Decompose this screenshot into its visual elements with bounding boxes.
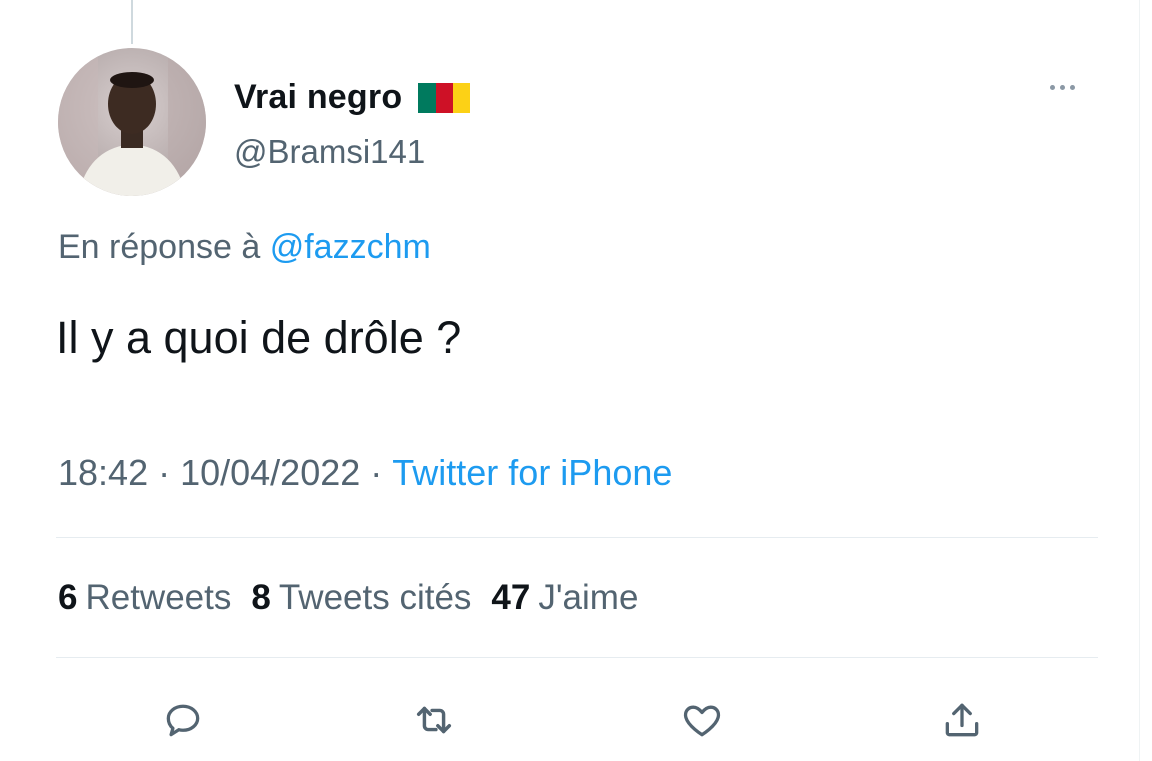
quotes-stat[interactable]: 8 Tweets cités [251, 578, 471, 618]
like-button[interactable] [672, 690, 732, 750]
display-name[interactable]: Vrai negro [234, 78, 402, 117]
engagement-stats: 6 Retweets 8 Tweets cités 47 J'aime [58, 578, 638, 618]
more-options-icon[interactable] [1050, 85, 1075, 90]
reply-context: En réponse à @fazzchm [58, 228, 431, 267]
cameroon-flag-icon [418, 82, 471, 113]
tweet-detail: Vrai negro @Bramsi141 En réponse à @fazz… [0, 0, 1152, 761]
retweets-stat[interactable]: 6 Retweets [58, 578, 231, 618]
avatar[interactable] [58, 48, 206, 196]
divider-top [56, 537, 1098, 538]
quotes-count: 8 [251, 578, 271, 617]
reply-mention-link[interactable]: @fazzchm [270, 228, 431, 266]
tweet-date[interactable]: 10/04/2022 [180, 452, 360, 493]
reply-icon [166, 704, 200, 737]
divider-bottom [56, 657, 1098, 658]
quotes-label: Tweets cités [278, 578, 472, 617]
retweets-label: Retweets [85, 578, 232, 617]
column-border [1139, 0, 1140, 761]
meta-separator: · [158, 452, 171, 493]
retweets-count: 6 [58, 578, 78, 617]
likes-stat[interactable]: 47 J'aime [491, 578, 638, 618]
thread-connector-line [131, 0, 133, 44]
likes-count: 47 [491, 578, 531, 617]
like-icon [683, 705, 721, 737]
tweet-time[interactable]: 18:42 [58, 452, 148, 493]
retweet-button[interactable] [404, 690, 464, 750]
user-handle[interactable]: @Bramsi141 [234, 133, 425, 171]
action-bar [0, 690, 1152, 750]
likes-label: J'aime [538, 578, 639, 617]
author-name-row[interactable]: Vrai negro [234, 78, 471, 117]
share-icon [945, 703, 979, 737]
meta-separator: · [370, 452, 383, 493]
reply-button[interactable] [153, 690, 213, 750]
retweet-icon [416, 706, 452, 734]
tweet-text: Il y a quoi de drôle ? [56, 312, 462, 363]
share-button[interactable] [932, 690, 992, 750]
reply-prefix: En réponse à [58, 228, 261, 266]
tweet-metadata: 18:42 · 10/04/2022 · Twitter for iPhone [58, 452, 672, 494]
tweet-source-link[interactable]: Twitter for iPhone [392, 452, 672, 493]
